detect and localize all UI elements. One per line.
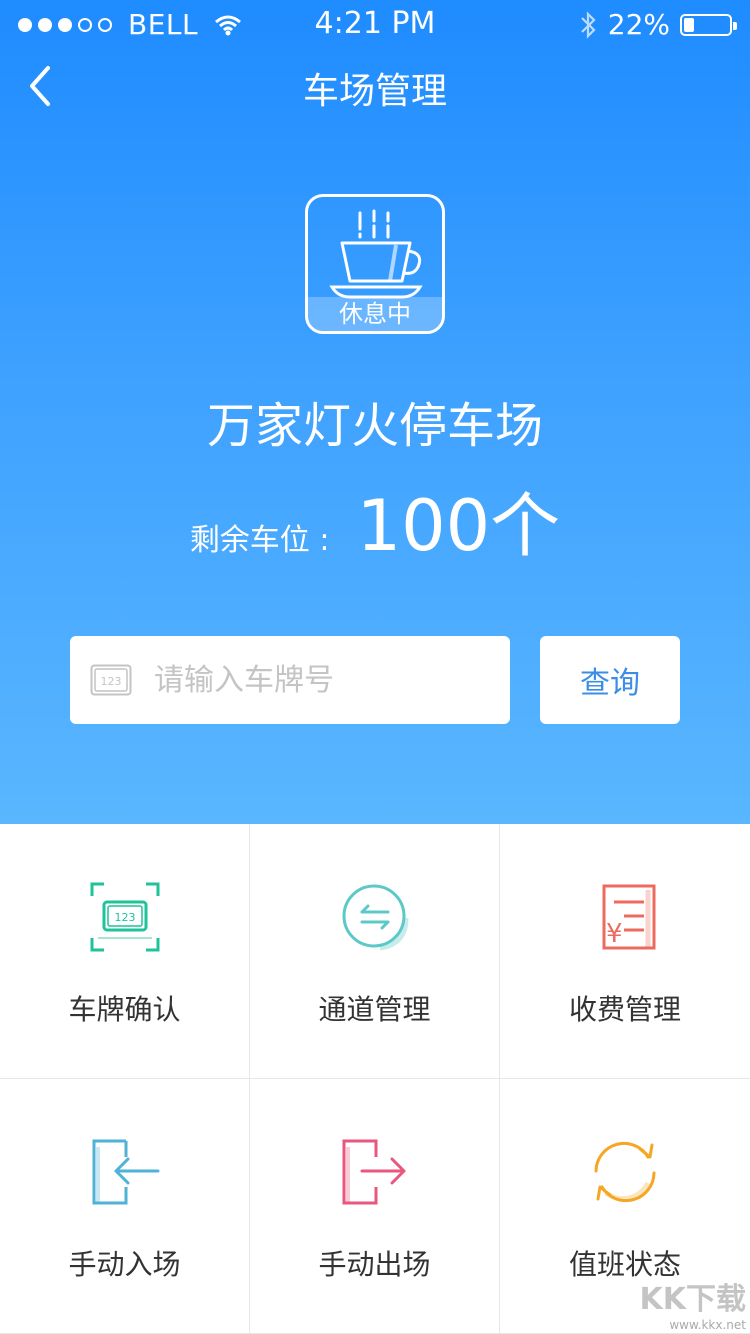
page-title: 车场管理 (302, 71, 447, 112)
menu-item-label: 车牌确认 (68, 993, 181, 1026)
menu-item-manual-exit[interactable]: 手动出场 (250, 1079, 500, 1334)
remaining-spaces-label: 剩余车位 : (189, 523, 330, 558)
svg-text:¥: ¥ (606, 919, 623, 949)
license-plate-icon: 123 (90, 664, 132, 696)
menu-item-channel-manage[interactable]: 通道管理 (250, 824, 500, 1079)
menu-item-manual-entry[interactable]: 手动入场 (0, 1079, 250, 1334)
svg-text:123: 123 (115, 911, 136, 924)
swap-arrows-icon (342, 884, 409, 951)
exit-icon (342, 1139, 406, 1205)
menu-item-fee-manage[interactable]: ¥ 收费管理 (500, 824, 750, 1079)
bluetooth-icon (580, 10, 596, 39)
nav-bar: 车场管理 (0, 48, 750, 124)
menu-item-label: 手动出场 (318, 1248, 431, 1281)
plate-number-input[interactable] (152, 661, 476, 699)
fee-receipt-icon: ¥ (602, 884, 656, 950)
menu-item-label: 收费管理 (568, 993, 681, 1026)
lot-status-badge: 休息中 (305, 194, 445, 334)
menu-item-label: 手动入场 (68, 1248, 181, 1281)
refresh-cycle-icon (594, 1141, 656, 1203)
plate-scan-icon: 123 (90, 882, 160, 952)
battery-icon (680, 13, 737, 36)
menu-item-label: 通道管理 (318, 993, 431, 1026)
enter-icon (92, 1139, 160, 1205)
remaining-spaces-value: 100个 (356, 485, 561, 567)
coffee-cup-icon (329, 209, 423, 299)
remaining-spaces: 剩余车位 : 100个 (0, 470, 750, 571)
battery-percent: 22% (607, 8, 670, 41)
lot-status-label: 休息中 (308, 297, 442, 331)
watermark-url: www.kkx.net (669, 1318, 746, 1332)
query-button[interactable]: 查询 (540, 636, 680, 724)
plate-search-box: 123 (70, 636, 510, 724)
watermark: KK下载 www.kkx.net (640, 1274, 747, 1332)
watermark-text: KK下载 (639, 1282, 747, 1317)
function-menu-grid: 123 车牌确认 通道管理 ¥ 收费管理 手动入场 手动出场 值班状态 (0, 824, 750, 1334)
battery-fill (684, 17, 694, 32)
header-banner: BELL 4:21 PM 22% 车场管理 休息中 万家灯火停车场 剩余车位:… (0, 0, 750, 824)
svg-text:123: 123 (101, 675, 122, 688)
status-bar: BELL 4:21 PM 22% (0, 0, 750, 48)
menu-item-plate-confirm[interactable]: 123 车牌确认 (0, 824, 250, 1079)
parking-lot-name: 万家灯火停车场 (206, 398, 543, 454)
